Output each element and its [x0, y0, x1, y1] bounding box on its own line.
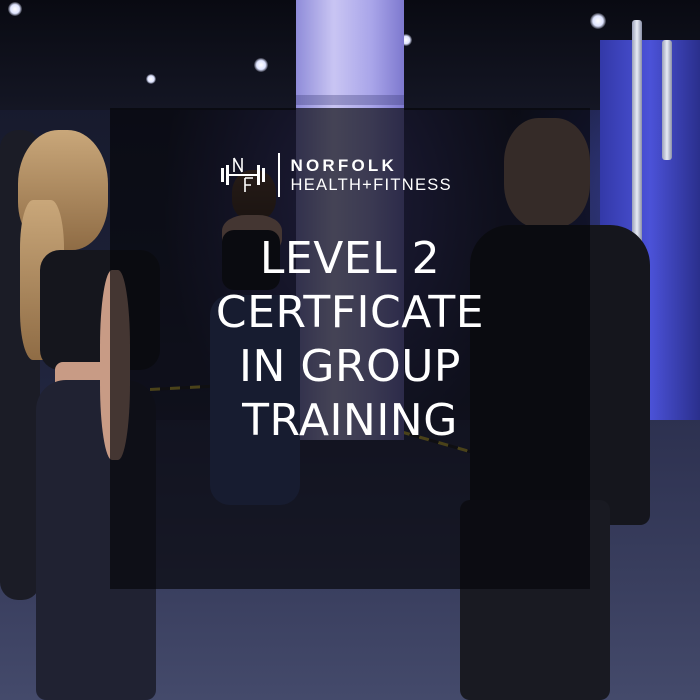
ceiling-light: [8, 2, 22, 16]
headline-line-3: IN GROUP: [239, 341, 461, 392]
ceiling-light: [254, 58, 268, 72]
headline-line-4: TRAINING: [242, 395, 458, 446]
ceiling-light: [146, 74, 156, 84]
brand-name: NORFOLK HEALTH+FITNESS: [291, 156, 452, 195]
course-headline: LEVEL 2 CERTFICATE IN GROUP TRAINING: [110, 232, 590, 448]
ceiling-light: [590, 13, 606, 29]
promo-graphic: NORFOLK HEALTH+FITNESS LEVEL 2 CERTFICAT…: [0, 0, 700, 700]
brand-logo: NORFOLK HEALTH+FITNESS: [220, 151, 500, 199]
logo-divider: [278, 153, 280, 197]
brand-name-line1: NORFOLK: [290, 155, 397, 175]
barbell-rack: [662, 40, 672, 160]
headline-line-2: CERTFICATE: [215, 287, 485, 338]
headline-line-1: LEVEL 2: [259, 233, 441, 284]
brand-name-line2: HEALTH+FITNESS: [290, 175, 452, 194]
dumbbell-monogram-icon: [220, 155, 266, 195]
